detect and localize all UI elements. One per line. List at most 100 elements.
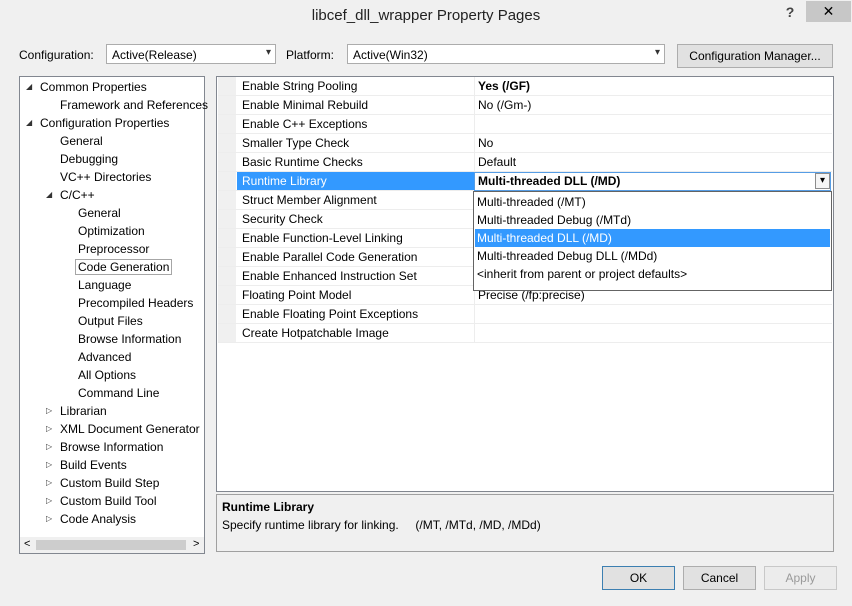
expand-arrow-icon[interactable]: ▷ bbox=[46, 492, 56, 510]
tree-item-label: Browse Information bbox=[60, 440, 164, 454]
tree-item[interactable]: XML Document Generator bbox=[60, 420, 200, 438]
platform-label: Platform: bbox=[286, 48, 335, 62]
tree-item-label: Command Line bbox=[78, 386, 160, 400]
dropdown-option[interactable]: Multi-threaded (/MT) bbox=[475, 193, 830, 211]
dropdown-option-selected[interactable]: Multi-threaded DLL (/MD) bbox=[475, 229, 830, 247]
dropdown-option[interactable]: Multi-threaded Debug (/MTd) bbox=[475, 211, 830, 229]
tree-item[interactable]: Output Files bbox=[78, 312, 143, 330]
chevron-down-icon: ▾ bbox=[265, 47, 271, 58]
property-name: Enable Function-Level Linking bbox=[242, 231, 403, 245]
tree-item-label: C/C++ bbox=[60, 188, 95, 202]
tree-item[interactable]: Custom Build Step bbox=[60, 474, 159, 492]
tree-item-label: Language bbox=[78, 278, 132, 292]
tree-item[interactable]: Framework and References bbox=[60, 96, 208, 114]
property-row[interactable]: Enable Minimal Rebuild No (/Gm-) bbox=[218, 96, 832, 115]
close-button[interactable]: ✕ bbox=[806, 1, 851, 22]
runtime-library-dropdown-list[interactable]: Multi-threaded (/MT) Multi-threaded Debu… bbox=[473, 191, 832, 291]
property-name: Create Hotpatchable Image bbox=[242, 326, 389, 340]
tree-item[interactable]: Advanced bbox=[78, 348, 131, 366]
property-row[interactable]: Create Hotpatchable Image bbox=[218, 324, 832, 343]
tree-item[interactable]: Language bbox=[78, 276, 131, 294]
tree-item-label: Advanced bbox=[78, 350, 132, 364]
tree-item[interactable]: Custom Build Tool bbox=[60, 492, 157, 510]
tree-item-label: Optimization bbox=[78, 224, 145, 238]
property-name: Basic Runtime Checks bbox=[242, 155, 363, 169]
property-name: Smaller Type Check bbox=[242, 136, 350, 150]
tree-item[interactable]: General bbox=[78, 204, 121, 222]
expand-arrow-icon[interactable]: ▷ bbox=[46, 420, 56, 438]
scroll-left-icon[interactable]: < bbox=[24, 538, 30, 550]
tree-item-label: Common Properties bbox=[40, 80, 147, 94]
property-row[interactable]: Enable C++ Exceptions bbox=[218, 115, 832, 134]
property-name: Security Check bbox=[242, 212, 323, 226]
property-value: Multi-threaded DLL (/MD) bbox=[478, 174, 621, 188]
tree-item[interactable]: Precompiled Headers bbox=[78, 294, 193, 312]
tree-item[interactable]: Code Generation bbox=[75, 258, 173, 276]
ok-button[interactable]: OK bbox=[602, 566, 675, 590]
configuration-combo[interactable]: Active(Release) ▾ bbox=[106, 44, 276, 64]
tree-item[interactable]: Browse Information bbox=[78, 330, 181, 348]
collapse-arrow-icon[interactable]: ◢ bbox=[26, 114, 36, 132]
tree-item[interactable]: Configuration Properties bbox=[40, 114, 169, 132]
cancel-button[interactable]: Cancel bbox=[683, 566, 756, 590]
tree-item-label: General bbox=[78, 206, 121, 220]
tree-item[interactable]: Preprocessor bbox=[78, 240, 149, 258]
tree-item[interactable]: Browse Information bbox=[60, 438, 163, 456]
tree-item-label: XML Document Generator bbox=[60, 422, 200, 436]
property-name: Enable C++ Exceptions bbox=[242, 117, 368, 131]
collapse-arrow-icon[interactable]: ◢ bbox=[46, 186, 56, 204]
expand-arrow-icon[interactable]: ▷ bbox=[46, 510, 56, 528]
expand-arrow-icon[interactable]: ▷ bbox=[46, 456, 56, 474]
tree-item[interactable]: Command Line bbox=[78, 384, 159, 402]
apply-button[interactable]: Apply bbox=[764, 566, 837, 590]
tree-item[interactable]: Optimization bbox=[78, 222, 145, 240]
chevron-down-icon: ▾ bbox=[654, 47, 660, 58]
tree-horizontal-scrollbar[interactable]: < > bbox=[20, 537, 204, 553]
description-panel: Runtime Library Specify runtime library … bbox=[216, 494, 834, 552]
tree-item-label: Custom Build Step bbox=[60, 476, 160, 490]
property-name: Enable Minimal Rebuild bbox=[242, 98, 369, 112]
property-name: Struct Member Alignment bbox=[242, 193, 377, 207]
tree-item-label: Browse Information bbox=[78, 332, 182, 346]
platform-combo[interactable]: Active(Win32) ▾ bbox=[347, 44, 665, 64]
expand-arrow-icon[interactable]: ▷ bbox=[46, 474, 56, 492]
tree-item[interactable]: Build Events bbox=[60, 456, 127, 474]
dropdown-option[interactable]: Multi-threaded Debug DLL (/MDd) bbox=[475, 247, 830, 265]
help-button[interactable]: ? bbox=[780, 2, 800, 22]
chevron-down-icon[interactable]: ▾ bbox=[815, 173, 830, 189]
tree-item-label: Custom Build Tool bbox=[60, 494, 157, 508]
property-row[interactable]: Enable Floating Point Exceptions bbox=[218, 305, 832, 324]
tree-item[interactable]: C/C++ bbox=[60, 186, 95, 204]
collapse-arrow-icon[interactable]: ◢ bbox=[26, 78, 36, 96]
window-title: libcef_dll_wrapper Property Pages bbox=[311, 7, 541, 24]
configuration-manager-button[interactable]: Configuration Manager... bbox=[677, 44, 833, 68]
property-row[interactable]: Enable String Pooling Yes (/GF) bbox=[218, 77, 832, 96]
scrollbar-thumb[interactable] bbox=[36, 540, 186, 550]
tree-item[interactable]: General bbox=[60, 132, 103, 150]
property-value: Yes (/GF) bbox=[478, 79, 531, 93]
tree-item[interactable]: VC++ Directories bbox=[60, 168, 151, 186]
tree-item-label: Precompiled Headers bbox=[78, 296, 194, 310]
expand-arrow-icon[interactable]: ▷ bbox=[46, 438, 56, 456]
tree-item[interactable]: Librarian bbox=[60, 402, 107, 420]
tree-item-label: Code Generation bbox=[75, 259, 173, 275]
tree-item[interactable]: Debugging bbox=[60, 150, 118, 168]
property-name: Enable String Pooling bbox=[242, 79, 358, 93]
tree-item-label: Librarian bbox=[60, 404, 107, 418]
tree-item-label: Output Files bbox=[78, 314, 143, 328]
property-name: Runtime Library bbox=[242, 174, 327, 188]
property-name: Enable Parallel Code Generation bbox=[242, 250, 418, 264]
tree-item-label: VC++ Directories bbox=[60, 170, 152, 184]
tree-item-label: Build Events bbox=[60, 458, 127, 472]
tree-item[interactable]: Common Properties bbox=[40, 78, 147, 96]
tree-item[interactable]: Code Analysis bbox=[60, 510, 136, 528]
property-row[interactable]: Smaller Type Check No bbox=[218, 134, 832, 153]
tree-item-label: Code Analysis bbox=[60, 512, 137, 526]
expand-arrow-icon[interactable]: ▷ bbox=[46, 402, 56, 420]
property-row[interactable]: ▾ Runtime Library Multi-threaded DLL (/MD) bbox=[218, 172, 832, 191]
scroll-right-icon[interactable]: > bbox=[193, 538, 199, 550]
dropdown-option[interactable]: <inherit from parent or project defaults… bbox=[475, 265, 830, 283]
property-row[interactable]: Basic Runtime Checks Default bbox=[218, 153, 832, 172]
tree-item[interactable]: All Options bbox=[78, 366, 136, 384]
configuration-label: Configuration: bbox=[19, 48, 94, 62]
